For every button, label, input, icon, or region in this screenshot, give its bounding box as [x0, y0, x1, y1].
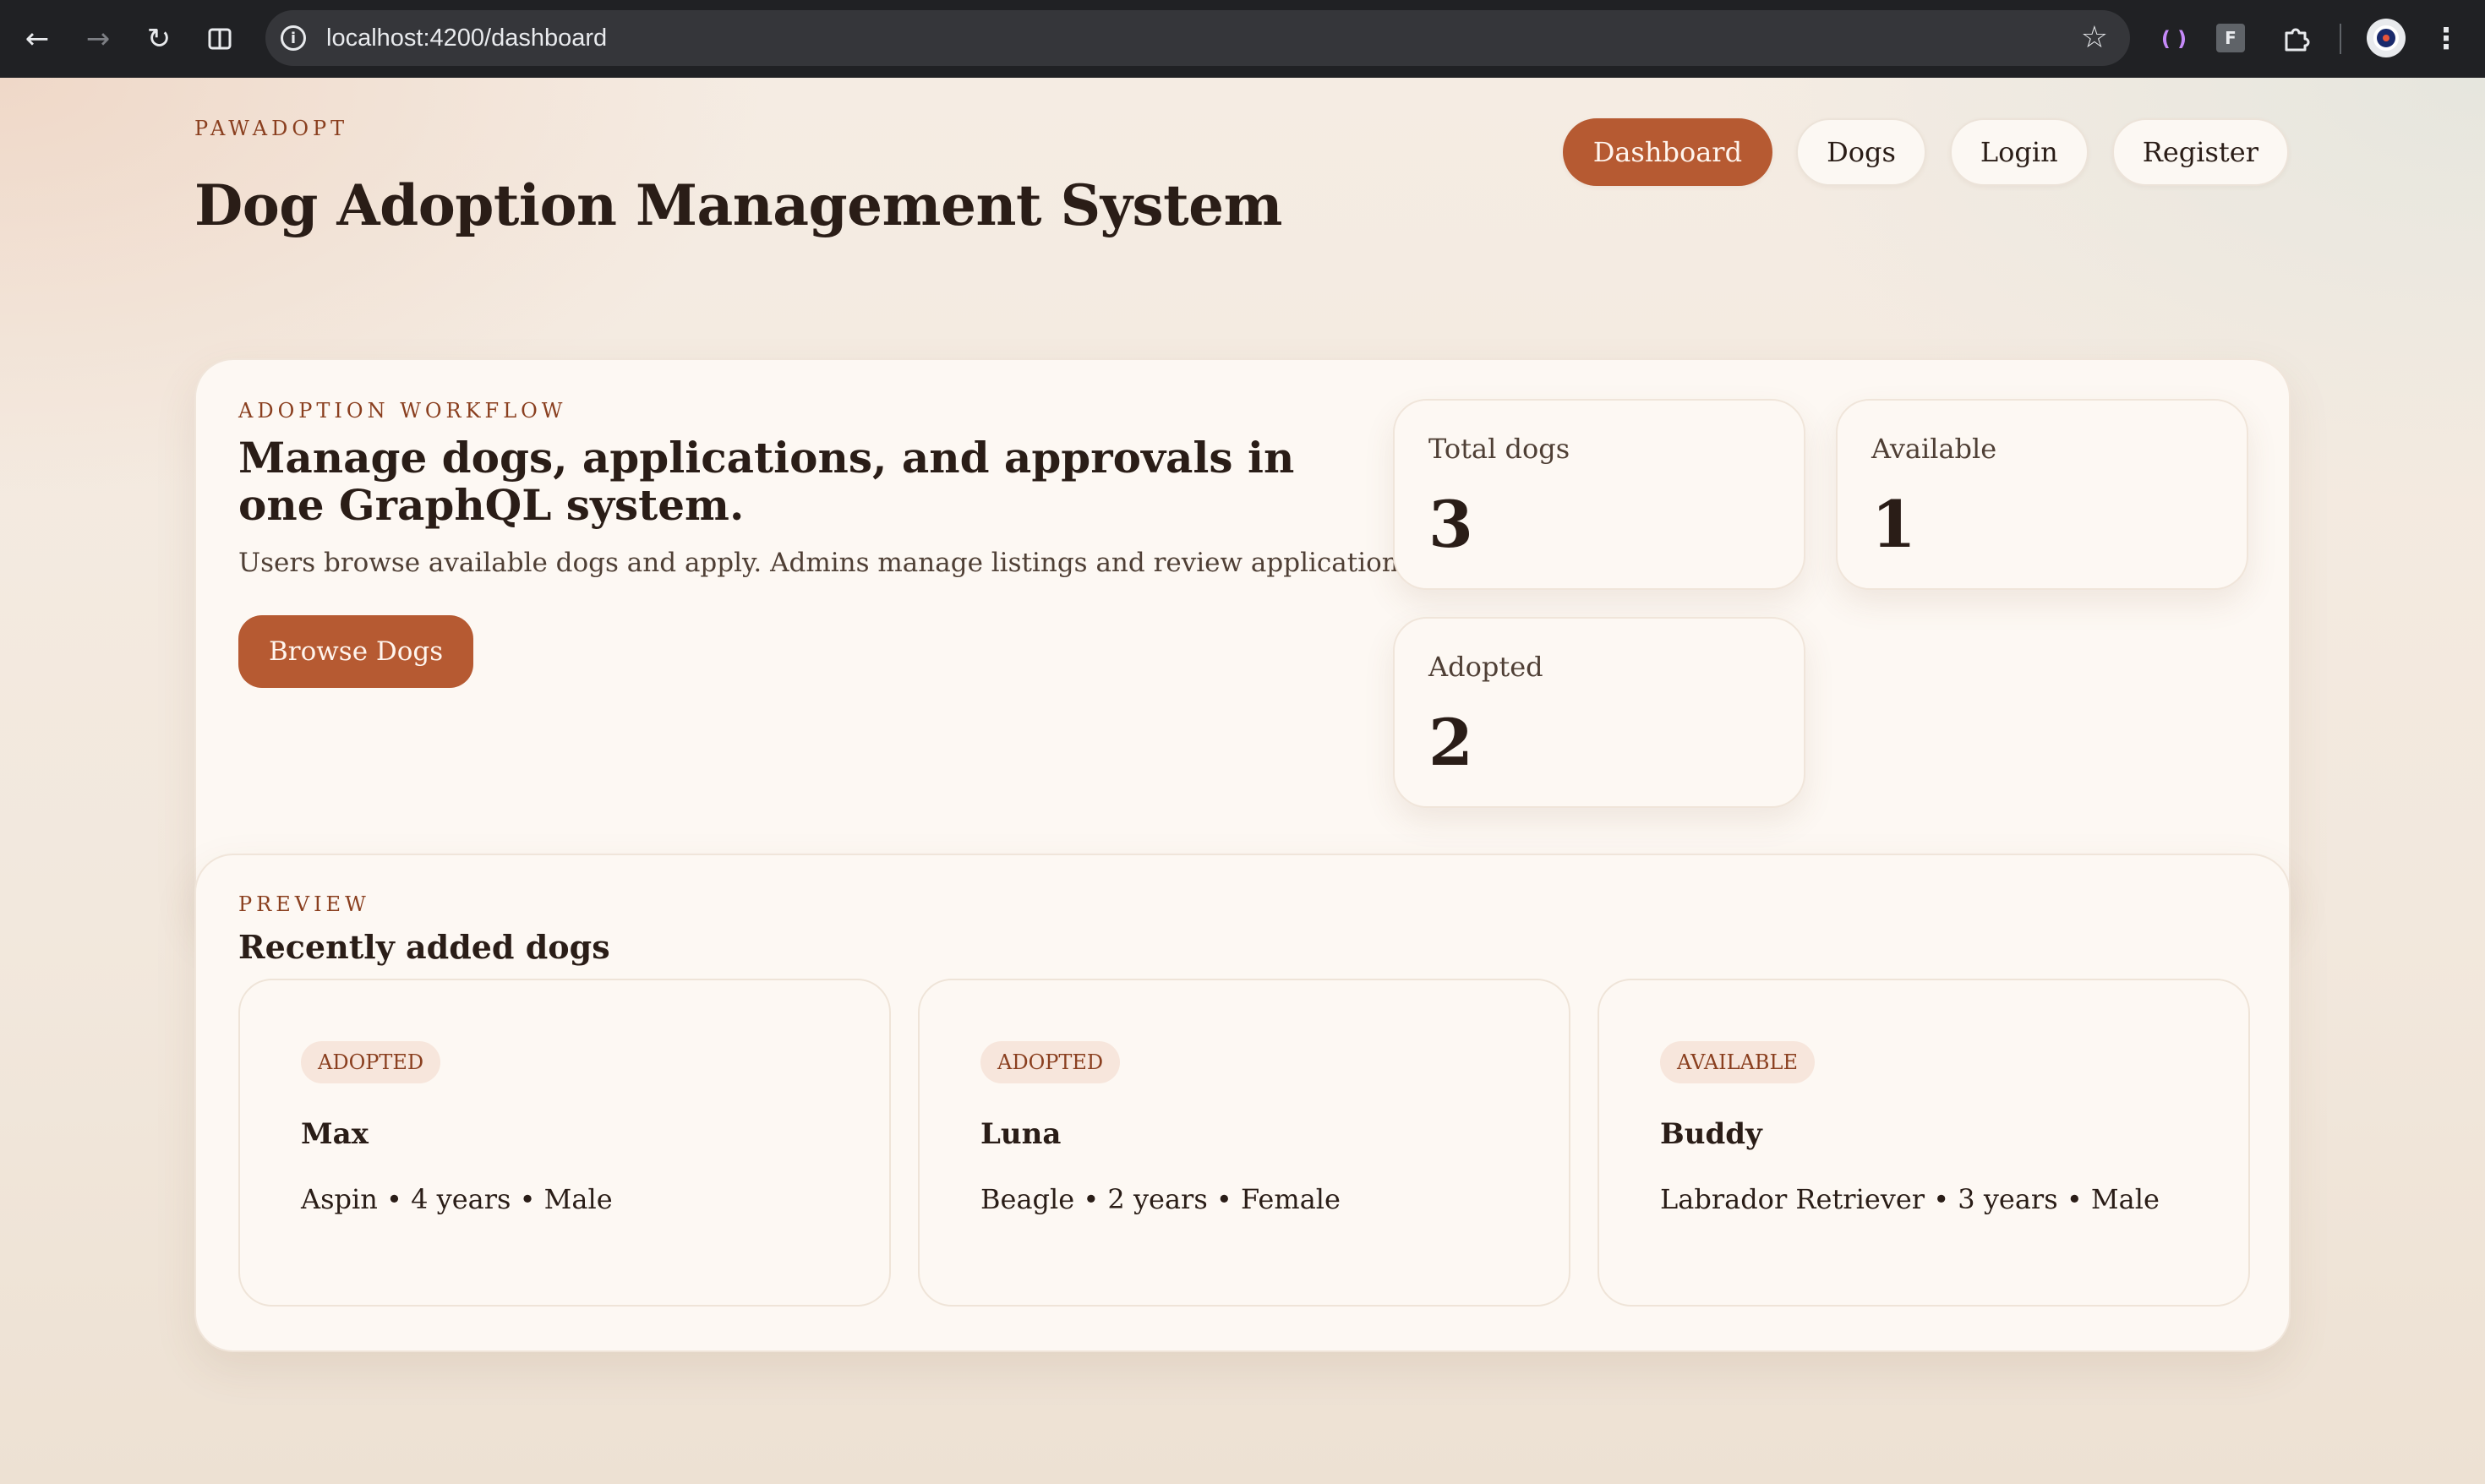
hero-card: ADOPTION WORKFLOW Manage dogs, applicati… — [194, 358, 2291, 930]
menu-icon[interactable]: ⋮ — [2428, 20, 2465, 57]
address-bar[interactable]: i localhost:4200/dashboard ☆ — [265, 10, 2130, 66]
extension-f-icon[interactable]: F — [2216, 24, 2245, 52]
extension-icon[interactable]: ( ) — [2155, 20, 2193, 57]
nav-register[interactable]: Register — [2111, 118, 2289, 186]
dog-name: Buddy — [1660, 1117, 1762, 1151]
dog-card[interactable]: ADOPTED Luna Beagle • 2 years • Female — [918, 979, 1570, 1307]
puzzle-icon[interactable] — [2277, 20, 2314, 57]
dog-meta: Labrador Retriever • 3 years • Male — [1660, 1183, 2160, 1215]
page: PAWADOPT Dog Adoption Management System … — [0, 78, 2485, 1484]
nav-dogs[interactable]: Dogs — [1796, 118, 1926, 186]
hero-heading: Manage dogs, applications, and approvals… — [238, 433, 1295, 530]
preview-heading: Recently added dogs — [238, 928, 610, 966]
forward-arrow-icon[interactable]: → — [74, 15, 122, 63]
site-info-icon[interactable]: i — [281, 25, 306, 51]
preview-card: PREVIEW Recently added dogs ADOPTED Max … — [194, 854, 2291, 1352]
status-badge: AVAILABLE — [1660, 1041, 1816, 1083]
stat-label: Adopted — [1428, 651, 1543, 683]
reload-icon[interactable]: ↻ — [135, 15, 183, 63]
stat-value: 1 — [1871, 487, 1916, 562]
dog-meta: Beagle • 2 years • Female — [980, 1183, 1341, 1215]
dog-name: Max — [301, 1117, 369, 1151]
status-badge: ADOPTED — [980, 1041, 1121, 1083]
toolbar-divider — [2340, 24, 2341, 54]
profile-icon[interactable] — [2367, 19, 2406, 57]
url-text[interactable]: localhost:4200/dashboard — [326, 25, 607, 52]
preview-eyebrow: PREVIEW — [238, 892, 370, 916]
dog-card[interactable]: ADOPTED Max Aspin • 4 years • Male — [238, 979, 891, 1307]
dog-name: Luna — [980, 1117, 1062, 1151]
back-arrow-icon[interactable]: ← — [14, 15, 61, 63]
split-view-icon[interactable] — [196, 15, 243, 63]
split-view-glyph — [208, 28, 232, 50]
stat-value: 3 — [1428, 487, 1473, 562]
status-badge: ADOPTED — [301, 1041, 441, 1083]
bookmark-star-icon[interactable]: ☆ — [2081, 20, 2108, 55]
browse-dogs-button[interactable]: Browse Dogs — [238, 615, 474, 688]
profile-avatar — [2373, 25, 2399, 51]
browser-toolbar: ← → ↻ i localhost:4200/dashboard ☆ ( ) F… — [0, 0, 2485, 78]
stat-label: Total dogs — [1428, 433, 1570, 465]
dog-meta: Aspin • 4 years • Male — [301, 1183, 613, 1215]
hero-description: Users browse available dogs and apply. A… — [238, 548, 1421, 578]
stat-label: Available — [1871, 433, 1997, 465]
nav-dashboard[interactable]: Dashboard — [1562, 118, 1773, 186]
stat-adopted: Adopted 2 — [1393, 617, 1805, 808]
stat-value: 2 — [1428, 705, 1473, 780]
stat-total-dogs: Total dogs 3 — [1393, 399, 1805, 590]
hero-eyebrow: ADOPTION WORKFLOW — [238, 399, 567, 423]
page-title: Dog Adoption Management System — [194, 172, 1282, 238]
dog-card[interactable]: AVAILABLE Buddy Labrador Retriever • 3 y… — [1598, 979, 2250, 1307]
brand-label: PAWADOPT — [194, 117, 349, 140]
puzzle-glyph — [2285, 28, 2310, 52]
stat-available: Available 1 — [1836, 399, 2248, 590]
nav-login[interactable]: Login — [1949, 118, 2089, 186]
top-nav: Dashboard Dogs Login Register — [1562, 118, 2289, 186]
